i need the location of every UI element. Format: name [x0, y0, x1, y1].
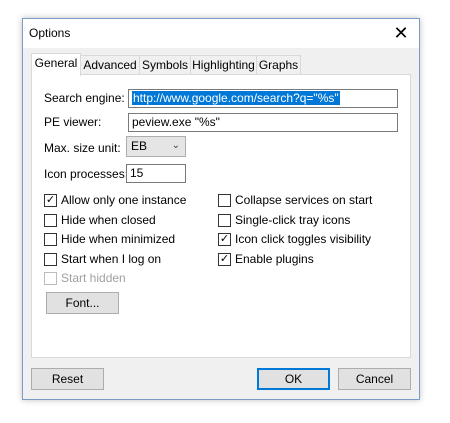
- reset-button[interactable]: Reset: [31, 368, 104, 390]
- checkbox-box: [218, 214, 231, 227]
- icon-processes-input[interactable]: 15: [126, 164, 186, 183]
- close-button[interactable]: ✕: [383, 19, 419, 48]
- close-icon: ✕: [393, 23, 409, 43]
- checkbox-box: [44, 272, 57, 285]
- checkbox-box: [44, 214, 57, 227]
- search-engine-input[interactable]: http://www.google.com/search?q="%s": [128, 89, 398, 108]
- tab-general[interactable]: General: [31, 53, 81, 76]
- search-engine-label: Search engine:: [44, 91, 125, 105]
- checkbox-label: Start when I log on: [61, 252, 162, 266]
- checkbox-label: Single-click tray icons: [235, 213, 351, 227]
- checkbox-label: Start hidden: [61, 271, 126, 285]
- max-size-unit-label: Max. size unit:: [44, 141, 121, 155]
- tab-highlighting[interactable]: Highlighting: [190, 55, 257, 75]
- checkbox-label: Collapse services on start: [235, 193, 373, 207]
- title-bar: Options ✕: [23, 19, 419, 48]
- checkbox-label: Hide when minimized: [61, 232, 176, 246]
- pe-viewer-label: PE viewer:: [44, 115, 102, 129]
- ok-button[interactable]: OK: [257, 368, 330, 390]
- max-size-unit-value: EB: [131, 139, 148, 153]
- checkbox-label: Allow only one instance: [61, 193, 187, 207]
- pe-viewer-input[interactable]: peview.exe "%s": [128, 113, 398, 132]
- icon-processes-label: Icon processes:: [44, 167, 129, 181]
- checkbox-label: Enable plugins: [235, 252, 314, 266]
- chevron-down-icon: ⌄: [171, 140, 180, 151]
- checkbox-label: Hide when closed: [61, 213, 156, 227]
- checkbox-box: [44, 233, 57, 246]
- checkbox-box: ✓: [218, 253, 231, 266]
- checkbox-label: Icon click toggles visibility: [235, 232, 372, 246]
- checkbox-box: [44, 253, 57, 266]
- search-engine-value: http://www.google.com/search?q="%s": [132, 91, 340, 105]
- options-dialog: Options ✕ General Advanced Symbols Highl…: [22, 18, 420, 400]
- font-button[interactable]: Font...: [46, 292, 119, 314]
- checkbox-box: ✓: [44, 194, 57, 207]
- general-panel: Search engine: http://www.google.com/sea…: [31, 74, 411, 358]
- tab-advanced[interactable]: Advanced: [80, 55, 140, 75]
- cancel-button[interactable]: Cancel: [338, 368, 411, 390]
- max-size-unit-select[interactable]: EB ⌄: [126, 136, 186, 157]
- window-title: Options: [29, 26, 71, 40]
- checkbox-box: [218, 194, 231, 207]
- tab-graphs[interactable]: Graphs: [256, 55, 301, 75]
- checkbox-box: ✓: [218, 233, 231, 246]
- tab-symbols[interactable]: Symbols: [139, 55, 191, 75]
